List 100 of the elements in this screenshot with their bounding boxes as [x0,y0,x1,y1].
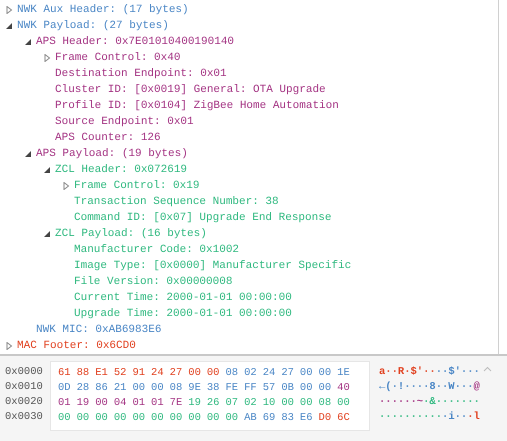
hex-byte: 00 [58,411,71,426]
hex-byte: 02 [244,396,257,411]
tree-item-label[interactable]: Profile ID: [0x0104] ZigBee Home Automation [55,98,339,114]
hex-byte: 00 [114,411,126,426]
tree-item-label[interactable]: Frame Control: 0x40 [55,50,180,66]
tree-item-label[interactable]: NWK MIC: 0xAB6983E6 [36,322,162,338]
tree-item-label[interactable]: Manufacturer Code: 0x1002 [74,242,240,258]
hex-byte: 38 [206,381,220,396]
hex-byte: 01 [132,396,146,411]
offset-label: 0x0000 [5,365,44,380]
hex-byte: 88 [76,366,90,381]
ascii-text: ··$'··· [436,365,480,380]
hex-byte: 57 [262,381,276,396]
tree-item-label[interactable]: Image Type: [0x0000] Manufacturer Specific [74,258,352,274]
tree-item-label[interactable]: Upgrade Time: 2000-01-01 00:00:00 [74,306,292,322]
tree-item-label[interactable]: Destination Endpoint: 0x01 [55,66,227,82]
tree-item-label[interactable]: MAC Footer: 0x6CD0 [17,338,136,354]
tree-item-label[interactable]: APS Payload: (19 bytes) [36,146,188,162]
hex-byte: 01 [58,396,71,411]
tree-item-label[interactable]: Command ID: [0x07] Upgrade End Response [74,210,332,226]
hex-byte: 04 [114,396,126,411]
hex-byte: FF [244,381,257,396]
hex-byte: 00 [170,411,182,426]
ascii-text: a··R·$'·· [379,365,436,380]
expand-triangle-icon[interactable] [42,54,50,62]
hex-byte: 00 [95,411,108,426]
tree-item-label[interactable]: APS Counter: 126 [55,130,161,146]
hex-byte: 24 [262,366,276,381]
hex-byte: 19 [76,396,90,411]
expand-triangle-icon[interactable] [4,342,12,350]
expand-triangle-icon[interactable] [4,6,12,14]
ascii-text: ·········· [379,410,442,425]
collapse-triangle-icon[interactable] [42,166,50,174]
hex-byte: 00 [225,411,238,426]
hex-byte: 08 [225,366,238,381]
hex-byte: 6C [337,411,350,426]
hex-byte: 27 [281,366,294,381]
hex-byte: 83 [281,411,294,426]
hex-byte: 00 [281,396,294,411]
hex-byte: 19 [188,396,201,411]
hex-byte: 27 [170,366,182,381]
collapse-triangle-icon[interactable] [42,230,50,238]
hex-byte: 00 [300,381,313,396]
hex-byte: 10 [262,396,276,411]
hex-byte: 0D [58,381,71,396]
hex-byte: 7E [170,396,182,411]
hex-byte: E6 [300,411,313,426]
hex-byte: 00 [151,411,164,426]
hex-byte: E1 [95,366,108,381]
collapse-triangle-icon[interactable] [4,22,12,30]
hex-byte: 08 [170,381,182,396]
tree-item-label[interactable]: ZCL Payload: (16 bytes) [55,226,207,242]
tree-item-label[interactable]: Frame Control: 0x19 [74,178,200,194]
hex-byte: 00 [300,366,313,381]
hex-byte: 00 [337,396,350,411]
hex-byte: 0B [281,381,294,396]
hex-byte: FE [225,381,238,396]
hex-byte: 00 [300,396,313,411]
hex-byte: 00 [95,396,108,411]
tree-item-label[interactable]: Transaction Sequence Number: 38 [74,194,279,210]
hex-byte: 01 [151,396,164,411]
hex-byte: AB [244,411,257,426]
hex-byte: 91 [132,366,146,381]
hex-byte: 1E [337,366,350,381]
hex-byte: 52 [114,366,126,381]
hex-byte: 86 [95,381,108,396]
hex-byte: 69 [262,411,276,426]
hex-byte: 00 [206,411,220,426]
hex-byte: 00 [188,366,201,381]
hex-byte: 9E [188,381,201,396]
offset-label: 0x0010 [5,380,44,395]
hex-byte: 00 [318,381,332,396]
collapse-triangle-icon[interactable] [24,38,32,46]
offset-label: 0x0020 [5,395,44,410]
ascii-text: ·i·· [442,410,468,425]
tree-item-label[interactable]: NWK Payload: (27 bytes) [17,18,169,34]
ascii-text: ·l [467,410,480,425]
hex-byte: 02 [244,366,257,381]
ascii-text: @ [474,380,480,395]
tree-item-label[interactable]: Current Time: 2000-01-01 00:00:00 [74,290,292,306]
ascii-text: ······~ [379,395,424,410]
hex-byte: 00 [188,411,201,426]
tree-item-label[interactable]: APS Header: 0x7E01010400190140 [36,34,234,50]
hex-byte: 00 [318,366,332,381]
tree-item-label[interactable]: NWK Aux Header: (17 bytes) [17,2,189,18]
tree-item-label[interactable]: Cluster ID: [0x0019] General: OTA Upgrade [55,82,326,98]
hex-byte: 07 [225,396,238,411]
hex-byte: 21 [114,381,126,396]
expand-triangle-icon[interactable] [62,182,70,190]
hex-byte: D0 [318,411,332,426]
ascii-text: ·&······· [423,395,480,410]
hex-byte: 24 [151,366,164,381]
hex-byte: 61 [58,366,71,381]
hex-byte: 00 [76,411,90,426]
tree-item-label[interactable]: Source Endpoint: 0x01 [55,114,194,130]
offset-label: 0x0030 [5,410,44,425]
tree-item-label[interactable]: File Version: 0x00000008 [74,274,232,290]
ascii-text: ←(·!····8··W··· [379,380,474,395]
collapse-triangle-icon[interactable] [24,150,32,158]
tree-item-label[interactable]: ZCL Header: 0x072619 [55,162,188,178]
